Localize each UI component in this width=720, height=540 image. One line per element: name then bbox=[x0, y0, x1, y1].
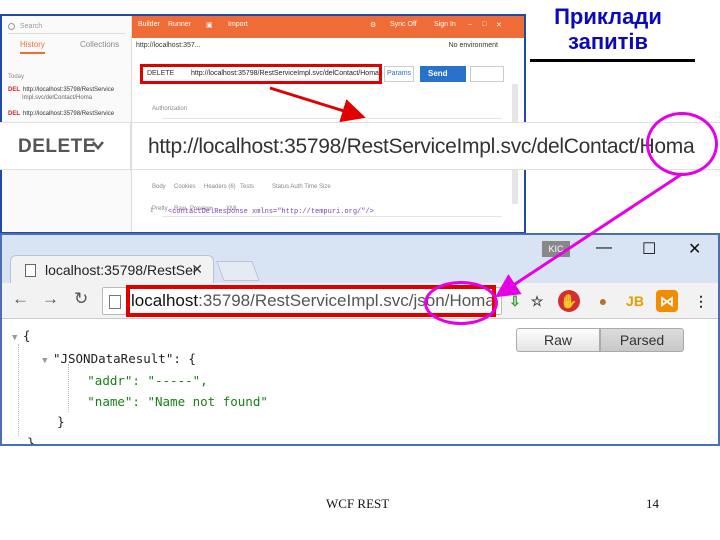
postman-header: Builder Runner ▣ Import ⚙ Sync Off Sign … bbox=[132, 16, 524, 38]
highlight-oval bbox=[424, 281, 498, 325]
request-url-row: DELETE http://localhost:35798/RestServic… bbox=[140, 64, 382, 84]
method-dropdown[interactable]: DELETE bbox=[18, 136, 96, 158]
response-status: Status Auth Time Size bbox=[272, 184, 331, 190]
slide-title-line1: Приклади bbox=[554, 4, 662, 29]
environment-select[interactable]: No environment bbox=[449, 42, 498, 49]
new-window-icon[interactable]: ▣ bbox=[206, 21, 213, 29]
collapse-icon[interactable]: ▼ bbox=[42, 356, 53, 366]
response-body: <contactDelResponse xmlns="http://tempur… bbox=[168, 208, 374, 216]
menu-icon[interactable]: ⋮ bbox=[690, 290, 712, 312]
page-number: 14 bbox=[646, 496, 659, 511]
stop-extension-icon[interactable]: ✋ bbox=[558, 290, 580, 312]
history-url: http://localhost:35798/RestService bbox=[23, 87, 115, 93]
json-line: "name": "Name not found" bbox=[87, 393, 268, 409]
chrome-titlebar: localhost:35798/RestServi ✕ KIC — ☐ ✕ bbox=[2, 235, 718, 283]
pretty-tab[interactable]: Pretty bbox=[152, 206, 168, 212]
json-line: ▼ { bbox=[12, 328, 31, 343]
sign-in-button[interactable]: Sign In bbox=[434, 21, 456, 28]
body-tab[interactable]: Body bbox=[152, 184, 166, 190]
json-line: } bbox=[57, 414, 65, 429]
footer-text: WCF REST bbox=[326, 496, 390, 511]
slide-title-line2: запитів bbox=[567, 29, 649, 54]
runner-tab[interactable]: Runner bbox=[168, 21, 191, 28]
divider bbox=[162, 216, 502, 217]
history-url-cont: Impl.svc/delContact/Homa bbox=[22, 95, 93, 101]
request-tab[interactable]: http://localhost:357... bbox=[136, 42, 201, 49]
window-close-icon[interactable]: ✕ bbox=[688, 239, 701, 259]
json-line: ▼ "JSONDataResult": { bbox=[42, 350, 196, 366]
chevron-down-icon[interactable] bbox=[92, 139, 104, 151]
window-minimize-icon[interactable]: — bbox=[596, 239, 612, 257]
history-method: DEL bbox=[8, 111, 20, 117]
reload-icon[interactable]: ↻ bbox=[74, 289, 88, 309]
window-maximize-icon[interactable]: ☐ bbox=[642, 239, 656, 259]
parsed-button[interactable]: Parsed bbox=[600, 328, 684, 352]
params-button[interactable]: Params bbox=[384, 66, 414, 82]
sync-status[interactable]: Sync Off bbox=[390, 21, 417, 28]
history-group-today: Today bbox=[8, 74, 25, 80]
back-icon[interactable]: ← bbox=[12, 289, 29, 309]
json-line: "addr": "-----", bbox=[87, 373, 208, 388]
divider bbox=[162, 118, 502, 119]
new-tab-button[interactable] bbox=[216, 261, 260, 281]
authorization-label[interactable]: Authorization bbox=[152, 106, 187, 112]
profile-badge[interactable]: KIC bbox=[542, 241, 570, 257]
tab-collections[interactable]: Collections bbox=[80, 40, 119, 49]
zoomed-request-bar: DELETE http://localhost:35798/RestServic… bbox=[0, 122, 720, 171]
cookie-extension-icon[interactable]: ● bbox=[592, 290, 614, 312]
star-icon[interactable]: ☆ bbox=[526, 290, 548, 312]
page-icon bbox=[109, 295, 121, 309]
title-underline bbox=[530, 59, 695, 62]
divider bbox=[130, 123, 132, 171]
headers-tab[interactable]: Headers (6) bbox=[204, 184, 236, 190]
zoomed-url[interactable]: http://localhost:35798/RestServiceImpl.s… bbox=[148, 135, 695, 159]
history-method: DEL bbox=[8, 87, 20, 93]
forward-icon[interactable]: → bbox=[42, 289, 59, 309]
highlight-oval bbox=[646, 112, 718, 176]
close-tab-icon[interactable]: ✕ bbox=[191, 261, 203, 278]
line-number: 1 bbox=[150, 208, 154, 214]
page-icon bbox=[25, 264, 36, 277]
history-url: http://localhost:35798/RestService bbox=[23, 111, 115, 117]
import-button[interactable]: Import bbox=[228, 21, 248, 28]
save-button[interactable] bbox=[470, 66, 504, 82]
window-minimize-icon[interactable]: – bbox=[468, 21, 472, 28]
window-close-icon[interactable]: ✕ bbox=[496, 21, 502, 29]
tests-tab[interactable]: Tests bbox=[240, 184, 254, 190]
search-icon bbox=[8, 23, 15, 30]
history-item[interactable]: DEL http://localhost:35798/RestService Im… bbox=[8, 86, 114, 102]
cookies-tab[interactable]: Cookies bbox=[174, 184, 196, 190]
share-extension-icon[interactable]: ⋈ bbox=[656, 290, 678, 312]
window-maximize-icon[interactable]: □ bbox=[482, 21, 486, 28]
send-button[interactable]: Send bbox=[420, 66, 466, 82]
search-input[interactable]: Search bbox=[8, 20, 126, 34]
browser-tab[interactable]: localhost:35798/RestServi ✕ bbox=[10, 255, 214, 283]
slide-title: Приклади запитів bbox=[528, 4, 688, 54]
json-line: } bbox=[27, 434, 35, 446]
builder-tab[interactable]: Builder bbox=[138, 21, 160, 28]
request-url-input[interactable]: http://localhost:35798/RestServiceImpl.s… bbox=[191, 70, 379, 77]
method-select[interactable]: DELETE bbox=[147, 70, 174, 77]
download-icon[interactable]: ⇩ bbox=[504, 290, 526, 312]
tab-history[interactable]: History bbox=[20, 40, 45, 54]
json-viewer: ▼ { ▼ "JSONDataResult": { "addr": "-----… bbox=[2, 320, 718, 446]
search-placeholder: Search bbox=[20, 23, 43, 30]
tab-title: localhost:35798/RestServi bbox=[45, 262, 195, 278]
history-item[interactable]: DEL http://localhost:35798/RestService bbox=[8, 110, 114, 118]
raw-button[interactable]: Raw bbox=[516, 328, 600, 352]
chrome-window: localhost:35798/RestServi ✕ KIC — ☐ ✕ ← … bbox=[0, 233, 720, 446]
settings-icon[interactable]: ⚙ bbox=[370, 21, 376, 29]
collapse-icon[interactable]: ▼ bbox=[12, 333, 23, 343]
jb-extension-icon[interactable]: JB bbox=[624, 290, 646, 312]
json-content: ▼ { ▼ "JSONDataResult": { "addr": "-----… bbox=[12, 326, 268, 446]
